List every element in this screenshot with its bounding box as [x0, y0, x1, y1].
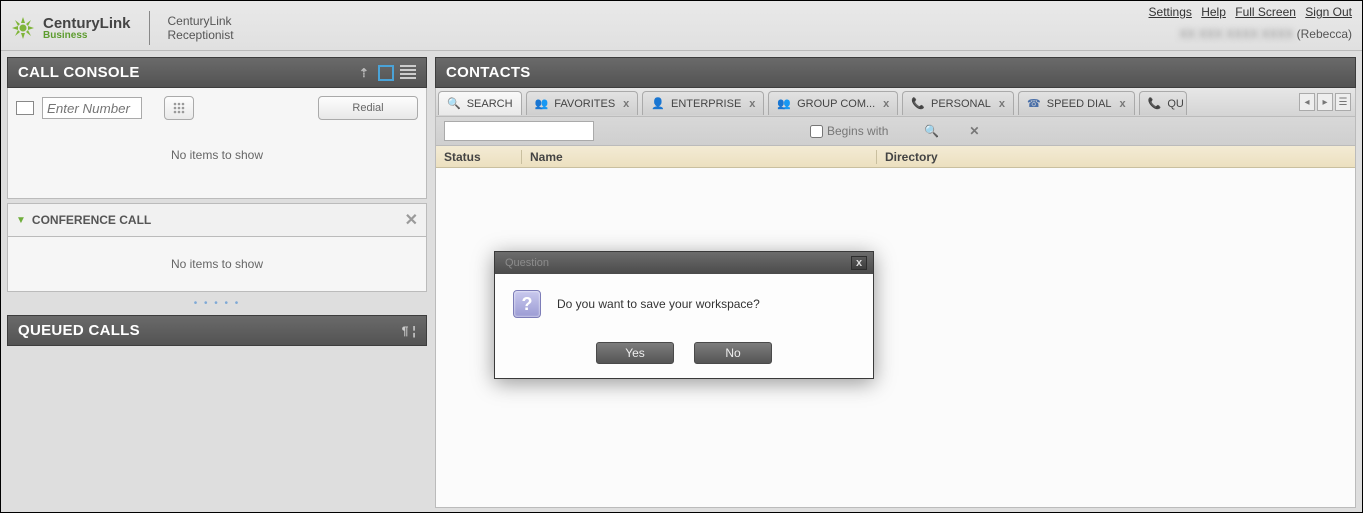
- settings-link[interactable]: Settings: [1149, 5, 1192, 19]
- top-links: Settings Help Full Screen Sign Out: [1143, 5, 1352, 19]
- transfer-up-icon[interactable]: ⇡: [356, 65, 372, 81]
- conference-title: CONFERENCE CALL: [32, 213, 151, 227]
- favorites-icon: 👥: [535, 97, 549, 110]
- speeddial-icon: ☎: [1027, 97, 1041, 110]
- brand-block: CenturyLink Business CenturyLink Recepti…: [9, 7, 234, 45]
- tab-menu-button[interactable]: ☰: [1335, 93, 1351, 111]
- personal-icon: 📞: [911, 97, 925, 110]
- tab-personal[interactable]: 📞 PERSONAL x: [902, 91, 1014, 115]
- call-console-header: CALL CONSOLE ⇡: [7, 57, 427, 88]
- begins-with-option[interactable]: Begins with: [810, 124, 888, 138]
- tab-speeddial[interactable]: ☎ SPEED DIAL x: [1018, 91, 1135, 115]
- queued-calls-title: QUEUED CALLS: [18, 322, 140, 339]
- tab-queues[interactable]: 📞 QU: [1139, 91, 1187, 115]
- redial-button[interactable]: Redial: [318, 96, 418, 120]
- tab-close-icon[interactable]: x: [623, 98, 629, 110]
- call-console-title: CALL CONSOLE: [18, 64, 140, 81]
- col-status[interactable]: Status: [436, 150, 522, 164]
- collapse-icon[interactable]: ▼: [16, 215, 26, 226]
- dialog-titlebar[interactable]: Question x: [495, 252, 873, 274]
- dialpad-button[interactable]: [164, 96, 194, 120]
- call-console-body: Redial No items to show: [7, 88, 427, 199]
- begins-with-checkbox[interactable]: [810, 125, 823, 138]
- product-name: CenturyLink Receptionist: [168, 14, 234, 42]
- tab-search[interactable]: 🔍 SEARCH: [438, 91, 522, 115]
- call-list-icon[interactable]: [400, 65, 416, 81]
- tab-enterprise[interactable]: 👤 ENTERPRISE x: [642, 91, 764, 115]
- tab-nav: ◂ ▸ ☰: [1295, 93, 1355, 111]
- filter-row: Begins with 🔍 ✕: [436, 116, 1355, 146]
- column-headers: Status Name Directory: [436, 146, 1355, 168]
- dialog-close-icon[interactable]: x: [851, 256, 867, 270]
- signout-link[interactable]: Sign Out: [1305, 5, 1352, 19]
- phonebook-icon[interactable]: [16, 101, 34, 115]
- tab-close-icon[interactable]: x: [999, 98, 1005, 110]
- queued-options-icon[interactable]: ¶ ¦: [402, 324, 416, 338]
- tab-close-icon[interactable]: x: [749, 98, 755, 110]
- help-link[interactable]: Help: [1201, 5, 1226, 19]
- top-bar: CenturyLink Business CenturyLink Recepti…: [1, 1, 1362, 51]
- tab-favorites[interactable]: 👥 FAVORITES x: [526, 91, 639, 115]
- dialog-title: Question: [505, 257, 549, 269]
- call-console-empty: No items to show: [16, 120, 418, 190]
- conference-header[interactable]: ▼ CONFERENCE CALL ✕: [7, 203, 427, 237]
- contacts-header: CONTACTS: [435, 57, 1356, 88]
- no-button[interactable]: No: [694, 342, 772, 364]
- tab-scroll-right[interactable]: ▸: [1317, 93, 1333, 111]
- centurylink-logo-icon: [9, 14, 37, 42]
- col-directory[interactable]: Directory: [877, 150, 1355, 164]
- clear-filter-icon[interactable]: ✕: [969, 124, 979, 138]
- brand-name: CenturyLink: [43, 15, 131, 32]
- queued-calls-header: QUEUED CALLS ¶ ¦: [7, 315, 427, 346]
- tab-close-icon[interactable]: x: [883, 98, 889, 110]
- tab-close-icon[interactable]: x: [1120, 98, 1126, 110]
- queue-icon: 📞: [1148, 97, 1162, 110]
- conference-close-icon[interactable]: ✕: [405, 210, 418, 230]
- contact-card-icon[interactable]: [378, 65, 394, 81]
- dialog-message: Do you want to save your workspace?: [557, 297, 760, 311]
- question-dialog: Question x ? Do you want to save your wo…: [494, 251, 874, 379]
- filter-input[interactable]: [444, 121, 594, 141]
- tab-group[interactable]: 👥 GROUP COM... x: [768, 91, 898, 115]
- fullscreen-link[interactable]: Full Screen: [1235, 5, 1296, 19]
- contacts-tabstrip: 🔍 SEARCH 👥 FAVORITES x 👤 ENTERPRISE x 👥 …: [436, 88, 1355, 116]
- yes-button[interactable]: Yes: [596, 342, 674, 364]
- user-name-blurred: XX XXX XXXX XXXX: [1179, 27, 1296, 41]
- contacts-title: CONTACTS: [446, 64, 531, 81]
- resize-handle[interactable]: • • • • •: [7, 296, 427, 311]
- group-icon: 👥: [777, 97, 791, 110]
- col-name[interactable]: Name: [522, 150, 877, 164]
- dial-number-input[interactable]: [42, 97, 142, 119]
- conference-empty: No items to show: [171, 257, 263, 271]
- user-display: XX XXX XXXX XXXX (Rebecca): [1179, 27, 1352, 41]
- brand-divider: [149, 11, 150, 45]
- enterprise-icon: 👤: [651, 97, 665, 110]
- question-icon: ?: [513, 290, 541, 318]
- search-icon: 🔍: [447, 97, 461, 110]
- conference-body: No items to show: [7, 237, 427, 292]
- search-icon[interactable]: 🔍: [924, 124, 939, 138]
- tab-scroll-left[interactable]: ◂: [1299, 93, 1315, 111]
